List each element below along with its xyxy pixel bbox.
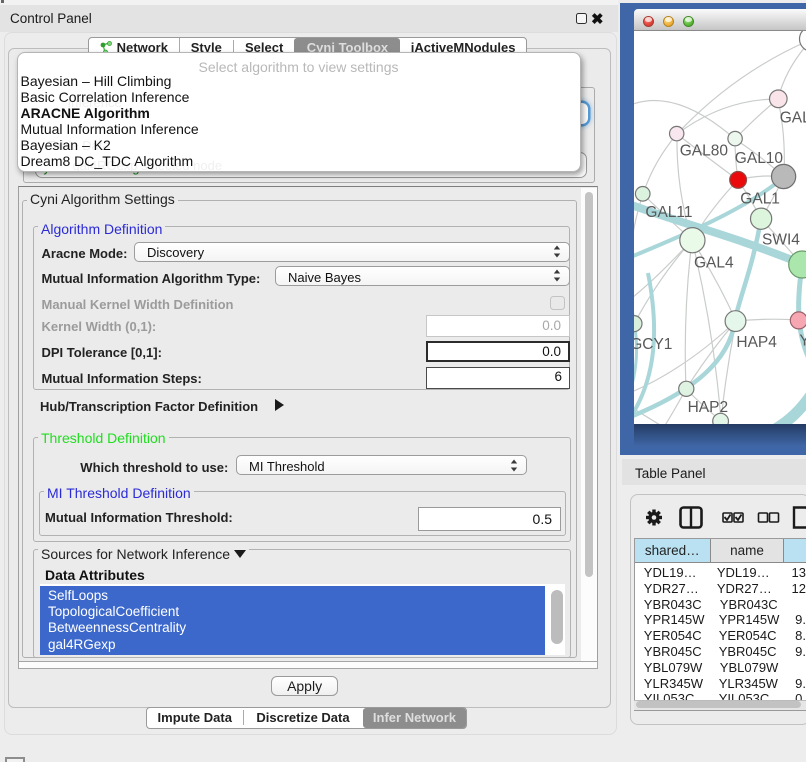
svg-text:GAL80: GAL80 [680, 143, 729, 160]
svg-text:GAL11: GAL11 [646, 204, 693, 221]
svg-text:GAL1: GAL1 [741, 191, 781, 208]
svg-text:GAL4: GAL4 [694, 255, 734, 272]
svg-text:SWI4: SWI4 [762, 232, 800, 249]
svg-text:YM: YM [800, 333, 806, 350]
svg-text:HAP4: HAP4 [737, 335, 778, 352]
svg-text:GAL7: GAL7 [780, 110, 806, 127]
svg-text:GAL10: GAL10 [735, 150, 784, 167]
svg-text:HAP2: HAP2 [688, 399, 729, 416]
svg-text:GCY1: GCY1 [634, 336, 672, 353]
